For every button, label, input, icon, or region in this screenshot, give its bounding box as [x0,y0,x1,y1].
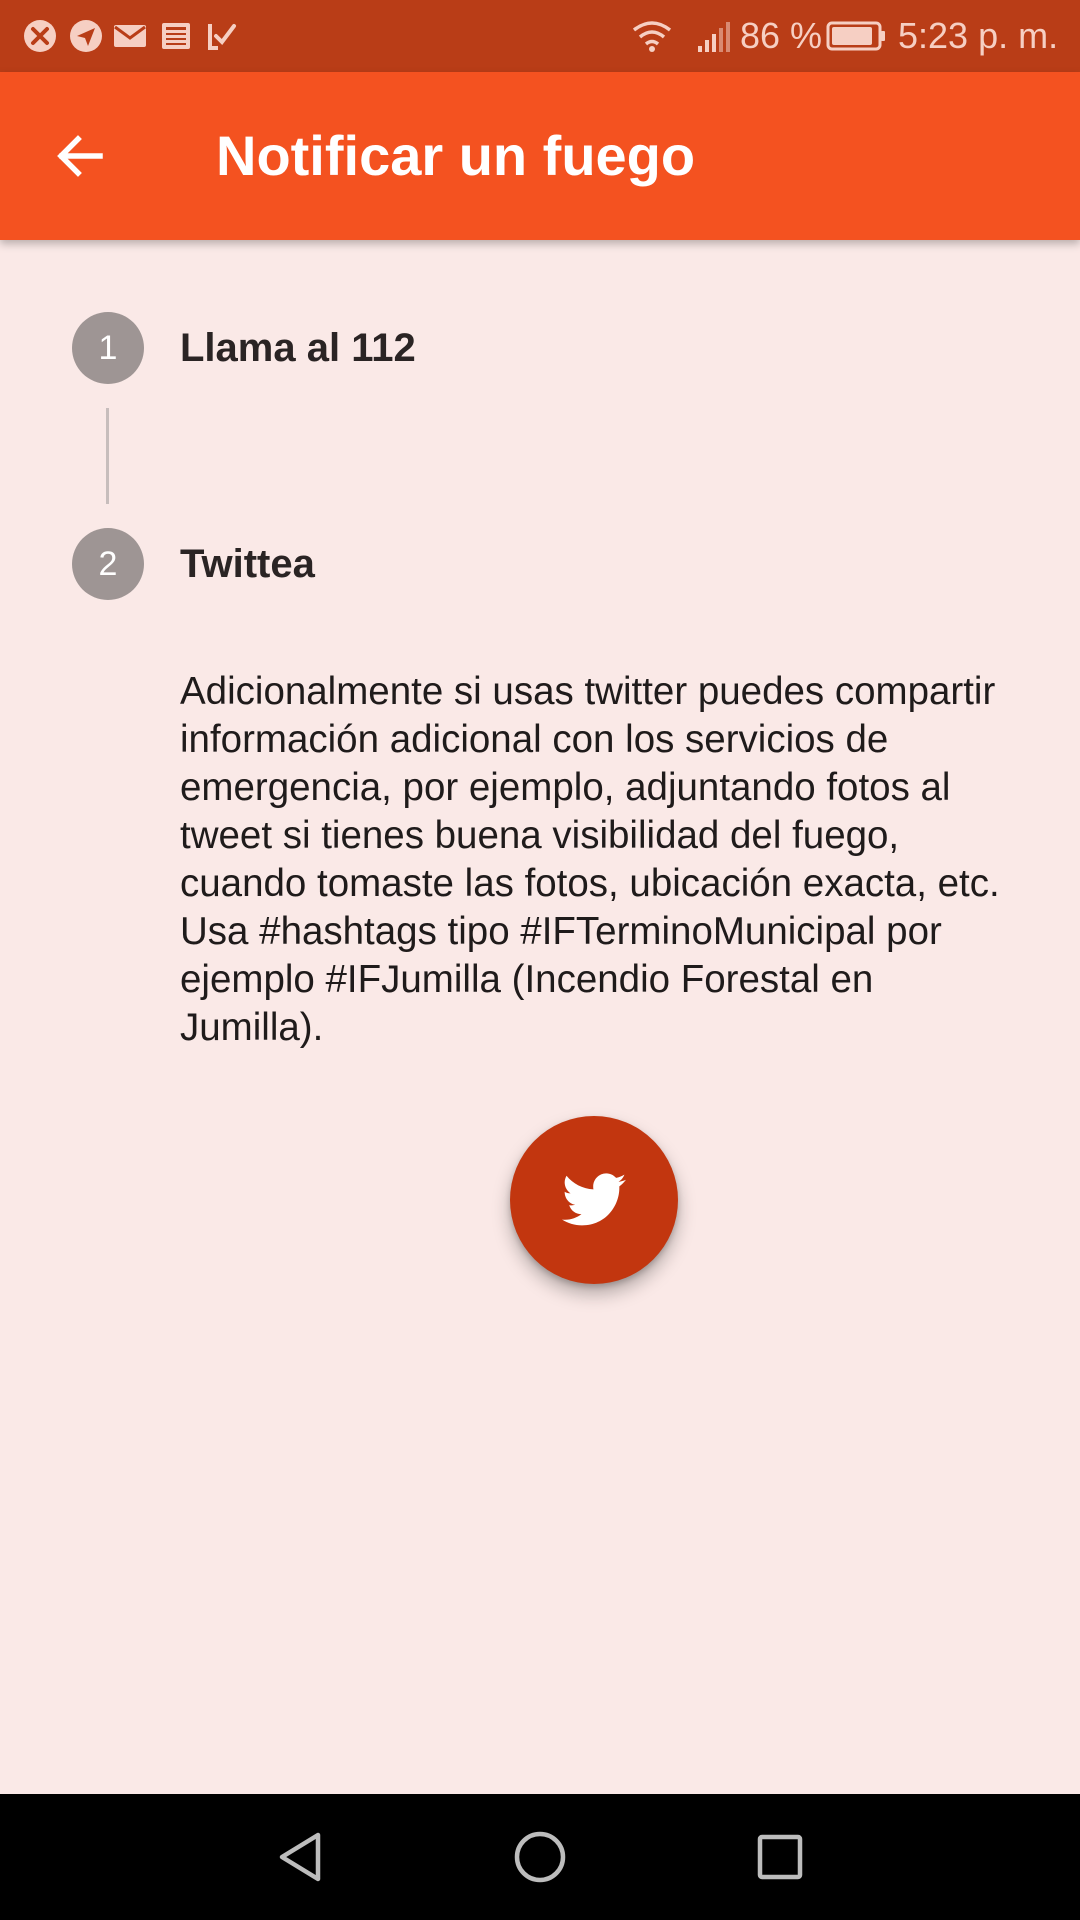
twitter-button[interactable] [510,1116,678,1284]
back-button[interactable] [40,116,120,196]
step-2-number[interactable]: 2 [72,528,144,600]
news-icon [158,18,194,54]
step-2-content: Adicionalmente si usas twitter puedes co… [180,670,1000,1049]
check-icon [204,18,240,54]
close-circle-icon [22,18,58,54]
step-1-number[interactable]: 1 [72,312,144,384]
recents-square-icon [752,1829,808,1885]
twitter-bird-icon [562,1173,626,1227]
step-connector [106,408,109,504]
nav-home-button[interactable] [500,1817,580,1897]
signal-icon [696,18,736,54]
navigation-bar [0,1794,1080,1920]
nav-back-button[interactable] [260,1817,340,1897]
home-circle-icon [512,1829,568,1885]
status-bar: 86 % 5:23 p. m. [0,0,1080,72]
back-triangle-icon [272,1829,328,1885]
arrow-back-icon [54,130,106,182]
page-title: Notificar un fuego [216,124,696,187]
step-2-title[interactable]: Twittea [180,540,315,588]
battery-percent: 86 % [740,15,823,56]
battery-icon [826,18,888,54]
nav-recents-button[interactable] [740,1817,820,1897]
mail-icon [112,18,148,54]
clock: 5:23 p. m. [898,15,1059,56]
step-1-title[interactable]: Llama al 112 [180,324,416,372]
wifi-icon [630,18,674,54]
send-icon [68,18,104,54]
app-bar: Notificar un fuego [0,72,1080,240]
